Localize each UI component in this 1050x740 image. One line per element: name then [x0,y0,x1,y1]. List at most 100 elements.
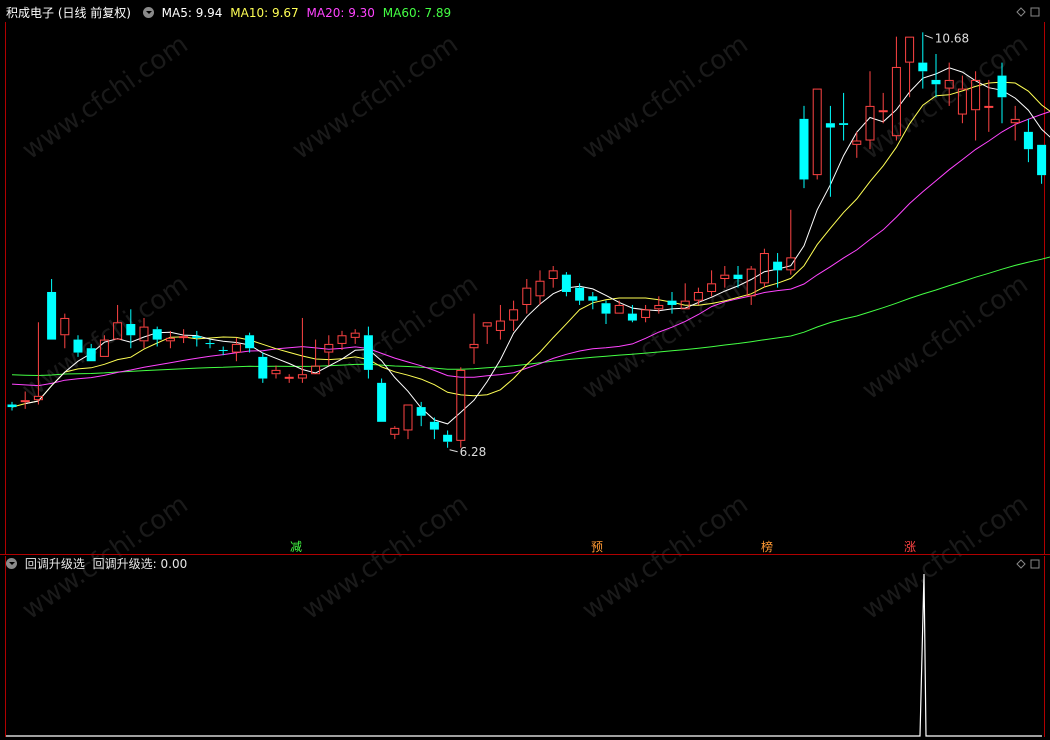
candle [495,304,505,340]
candle-body-down [363,335,373,370]
watermark-layer: www.cfchi.com www.cfchi.com www.cfchi.com w… [17,29,1034,625]
candle [482,322,492,344]
candle-body-down [799,118,809,180]
candle-body-down [931,79,941,85]
candle-body-up [641,309,651,318]
candle [601,300,611,325]
candle [627,304,637,323]
ma20-label: MA20: 9.30 [306,6,375,20]
high-price-label: 10.68 [935,31,969,45]
candle [245,332,255,353]
candle [905,36,915,98]
candle-body-up [390,427,400,435]
dropdown-icon[interactable] [142,7,154,18]
ma10-label: MA10: 9.67 [230,6,299,20]
candle-body-up [482,322,492,327]
watermark-text: www.cfchi.com [297,489,474,625]
candle [984,79,994,132]
candle [654,296,664,314]
indicator-value: 回调升级选: 0.00 [92,557,188,571]
candle-body-up [878,110,888,113]
candle [231,337,241,362]
candle-body-up [231,343,241,353]
signal-marker: 榜 [761,539,773,554]
indicator-restore-icon[interactable] [1030,559,1040,569]
watermark-text: www.cfchi.com [17,29,194,165]
candle-body-up [548,270,558,279]
candle-body-down [443,434,453,442]
candle-body-down [825,123,835,128]
candle-body-up [337,335,347,344]
candle-body-down [839,123,849,125]
candle-body-up [403,404,413,431]
candle-body-up [759,253,769,284]
candle-body-up [20,400,30,403]
candle-body-up [984,105,994,108]
candle-body-down [627,313,637,321]
candle-body-down [192,336,202,338]
candle [297,317,307,383]
candle-body-down [126,324,136,336]
candle-body-down [997,75,1007,98]
candle-body-up [905,36,915,63]
candle [390,426,400,440]
candle-body-up [350,332,360,338]
restore-icon[interactable] [1030,7,1040,17]
low-price-label: 6.28 [460,445,487,459]
candle [548,266,558,288]
candle-body-up [786,257,796,271]
indicator-diamond-icon[interactable] [1016,559,1026,569]
candle-body-down [561,274,571,292]
ma60-label: MA60: 7.89 [382,6,452,20]
candle [588,291,598,310]
candle [284,374,294,383]
candle-body-up [60,317,70,336]
watermark-text: www.cfchi.com [577,29,754,165]
candle [337,330,347,350]
candle-body-up [297,374,307,379]
candle-body-down [86,348,96,362]
candle [350,329,360,344]
indicator-title[interactable]: 回调升级选 [25,557,85,571]
candle [825,105,835,197]
candle-body-up [535,280,545,297]
candle [377,378,387,422]
candle [614,300,624,314]
candle-body-down [588,296,598,301]
candle [443,430,453,448]
candle [456,367,466,448]
candle [759,248,769,288]
candle-body-down [733,274,743,279]
candle-body-up [509,309,519,321]
candle-body-up [495,320,505,331]
candle [918,32,928,89]
candle-body-down [245,335,255,349]
watermark-text: www.cfchi.com [287,29,464,165]
candle [561,272,571,297]
candle [165,330,175,349]
candle-body-down [575,287,585,301]
candle-body-down [377,382,387,422]
candle [7,401,17,411]
candle [324,335,334,366]
indicator-dropdown-icon[interactable] [6,558,17,569]
candle [746,266,756,305]
candle-body-up [179,336,189,339]
candle-body-down [918,62,928,72]
candle-body-up [469,343,479,349]
candle [509,300,519,331]
candle [47,279,57,340]
candle-body-down [667,300,677,305]
watermark-text: www.cfchi.com [577,489,754,625]
candle [667,291,677,314]
candle [271,365,281,379]
stock-title[interactable]: 积成电子 (日线 前复权) [6,6,131,20]
candle [812,88,822,180]
candle-body-down [601,303,611,314]
candle [152,326,162,347]
diamond-icon[interactable] [1016,7,1026,17]
low-pointer [449,449,458,453]
signal-marker: 减 [290,540,302,554]
candle [1010,105,1020,141]
candle-body-down [7,404,17,408]
